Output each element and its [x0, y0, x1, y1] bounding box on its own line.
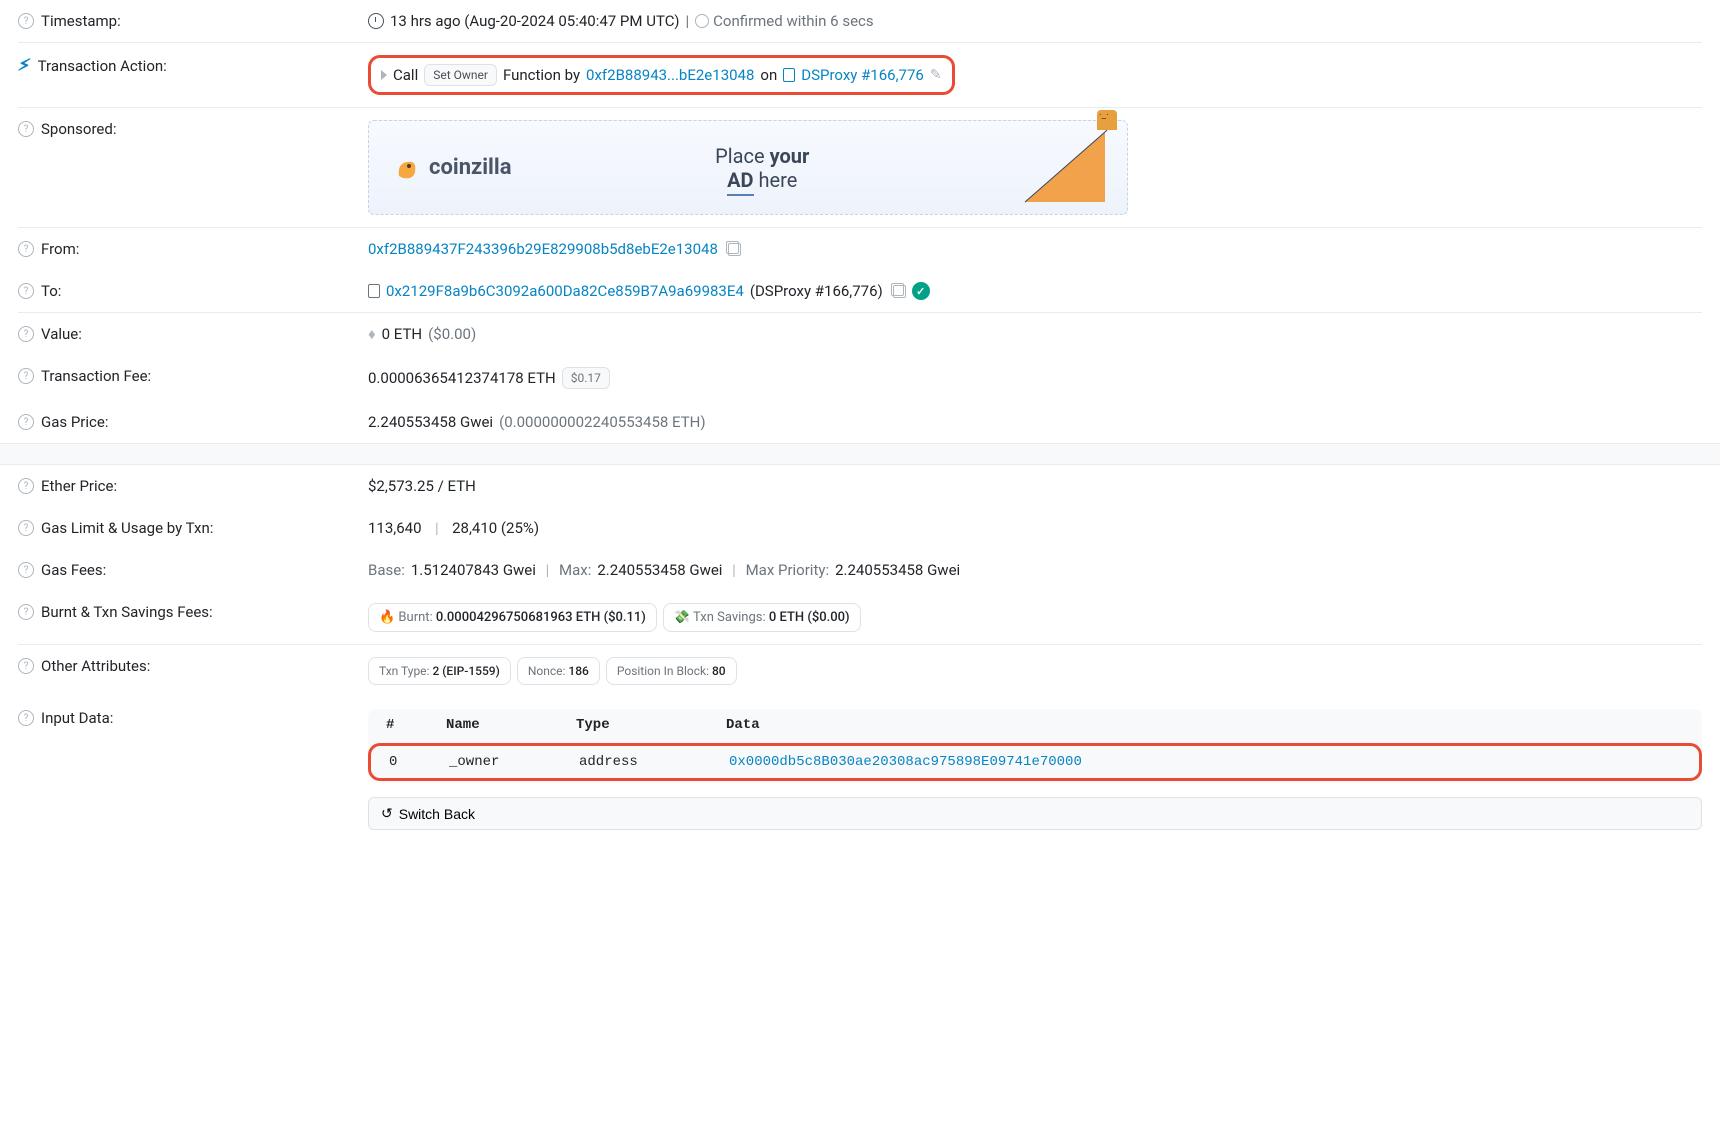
burnt-badge: 🔥 Burnt: 0.00004296750681963 ETH ($0.11)	[368, 603, 657, 632]
other-attrs-row: ? Other Attributes: Txn Type: 2 (EIP-155…	[18, 645, 1702, 697]
verified-icon: ✓	[912, 282, 930, 300]
method-badge: Set Owner	[424, 64, 497, 86]
txn-type-badge: Txn Type: 2 (EIP-1559)	[368, 657, 511, 685]
from-link-short[interactable]: 0xf2B88943...bE2e13048	[586, 66, 754, 84]
clock-icon	[368, 13, 384, 29]
coinzilla-logo-icon	[393, 154, 421, 182]
gas-usage: 28,410 (25%)	[452, 519, 539, 537]
nonce-badge: Nonce: 186	[517, 657, 600, 685]
max-label: Max:	[559, 561, 591, 579]
attrs-label: Other Attributes:	[41, 657, 150, 675]
fee-usd: $0.17	[562, 367, 610, 389]
help-icon[interactable]: ?	[18, 241, 34, 257]
transaction-action-row: ⚡︎ Transaction Action: Call Set Owner Fu…	[18, 43, 1702, 107]
contract-icon	[783, 68, 795, 82]
burnt-label: Burnt & Txn Savings Fees:	[41, 603, 213, 621]
gas-price-eth: (0.000000002240553458 ETH)	[499, 413, 706, 431]
maxp-value: 2.240553458 Gwei	[835, 561, 960, 579]
value-eth: 0 ETH	[382, 325, 422, 343]
gas-price-gwei: 2.240553458 Gwei	[368, 413, 493, 431]
transaction-action-highlight: Call Set Owner Function by 0xf2B88943...…	[368, 55, 955, 95]
base-value: 1.512407843 Gwei	[411, 561, 536, 579]
input-data-row: ? Input Data: # Name Type Data 0 _owner …	[18, 697, 1702, 842]
stopwatch-icon	[695, 14, 709, 28]
ad-logo-text: coinzilla	[429, 155, 511, 180]
to-paren: (DSProxy #166,776)	[750, 282, 883, 300]
gas-limit-label: Gas Limit & Usage by Txn:	[41, 519, 213, 537]
base-label: Base:	[368, 561, 405, 579]
value-usd: ($0.00)	[428, 325, 476, 343]
ad-face-icon	[1097, 110, 1117, 130]
help-icon[interactable]: ?	[18, 562, 34, 578]
savings-badge: 💸 Txn Savings: 0 ETH ($0.00)	[663, 603, 861, 632]
timestamp-value: 13 hrs ago (Aug-20-2024 05:40:47 PM UTC)	[390, 12, 679, 30]
eth-price-value: $2,573.25 / ETH	[368, 477, 476, 495]
help-icon[interactable]: ?	[18, 414, 34, 430]
help-icon[interactable]: ?	[18, 283, 34, 299]
max-value: 2.240553458 Gwei	[597, 561, 722, 579]
help-icon[interactable]: ?	[18, 478, 34, 494]
undo-icon	[381, 805, 393, 822]
table-row: 0 _owner address 0x0000db5c8B030ae20308a…	[368, 743, 1702, 781]
help-icon[interactable]: ?	[18, 658, 34, 674]
input-data-table: # Name Type Data 0 _owner address 0x0000…	[368, 709, 1702, 783]
input-label: Input Data:	[41, 709, 113, 727]
eth-price-row: ? Ether Price: $2,573.25 / ETH	[18, 465, 1702, 507]
ad-banner[interactable]: coinzilla Place your AD here	[368, 120, 1128, 215]
call-text: Call	[393, 66, 418, 84]
position-badge: Position In Block: 80	[606, 657, 737, 685]
gas-fees-label: Gas Fees:	[41, 561, 106, 579]
value-row: ? Value: ♦ 0 ETH ($0.00)	[18, 313, 1702, 355]
help-icon[interactable]: ?	[18, 604, 34, 620]
row-type: address	[579, 754, 729, 770]
help-icon[interactable]: ?	[18, 326, 34, 342]
to-label: To:	[41, 282, 61, 300]
help-icon[interactable]: ?	[18, 121, 34, 137]
switch-back-button[interactable]: Switch Back	[368, 797, 1702, 830]
timestamp-label: Timestamp:	[41, 12, 121, 30]
contract-icon	[368, 284, 380, 298]
gas-price-label: Gas Price:	[41, 413, 108, 431]
ad-corner-art	[1015, 122, 1115, 212]
copy-icon[interactable]	[728, 243, 741, 256]
fee-label: Transaction Fee:	[41, 367, 151, 385]
eth-icon: ♦	[368, 325, 376, 343]
caret-right-icon	[381, 70, 387, 80]
sponsored-label: Sponsored:	[41, 120, 116, 138]
gas-fees-row: ? Gas Fees: Base: 1.512407843 Gwei | Max…	[18, 549, 1702, 591]
help-icon[interactable]: ?	[18, 368, 34, 384]
gas-price-row: ? Gas Price: 2.240553458 Gwei (0.0000000…	[18, 401, 1702, 443]
gas-limit: 113,640	[368, 519, 422, 537]
sponsored-row: ? Sponsored: coinzilla Place your AD her…	[18, 108, 1702, 227]
value-label: Value:	[41, 325, 82, 343]
contract-link[interactable]: DSProxy #166,776	[801, 66, 924, 84]
gas-limit-row: ? Gas Limit & Usage by Txn: 113,640 | 28…	[18, 507, 1702, 549]
bolt-icon: ⚡︎	[17, 54, 32, 77]
action-label: Transaction Action:	[38, 57, 167, 75]
timestamp-row: ? Timestamp: 13 hrs ago (Aug-20-2024 05:…	[18, 0, 1702, 42]
copy-icon[interactable]	[893, 285, 906, 298]
help-icon[interactable]: ?	[18, 710, 34, 726]
row-name: _owner	[449, 754, 579, 770]
function-by: Function by	[503, 66, 580, 84]
table-header: # Name Type Data	[368, 709, 1702, 741]
help-icon[interactable]: ?	[18, 13, 34, 29]
eth-price-label: Ether Price:	[41, 477, 117, 495]
burnt-row: ? Burnt & Txn Savings Fees: 🔥 Burnt: 0.0…	[18, 591, 1702, 644]
help-icon[interactable]: ?	[18, 520, 34, 536]
from-label: From:	[41, 240, 79, 258]
confirmed-time: Confirmed within 6 secs	[713, 12, 873, 30]
fee-eth: 0.00006365412374178 ETH	[368, 369, 556, 387]
to-row: ? To: 0x2129F8a9b6C3092a600Da82Ce859B7A9…	[18, 270, 1702, 312]
on-text: on	[760, 66, 777, 84]
from-address[interactable]: 0xf2B889437F243396b29E829908b5d8ebE2e130…	[368, 240, 718, 258]
fee-row: ? Transaction Fee: 0.00006365412374178 E…	[18, 355, 1702, 401]
to-address[interactable]: 0x2129F8a9b6C3092a600Da82Ce859B7A9a69983…	[386, 282, 744, 300]
from-row: ? From: 0xf2B889437F243396b29E829908b5d8…	[18, 228, 1702, 270]
row-data-address[interactable]: 0x0000db5c8B030ae20308ac975898E09741e700…	[729, 754, 1681, 770]
maxp-label: Max Priority:	[746, 561, 830, 579]
ad-text: Place your AD here	[715, 144, 809, 192]
row-idx: 0	[389, 754, 449, 770]
edit-icon[interactable]: ✎	[930, 67, 942, 83]
